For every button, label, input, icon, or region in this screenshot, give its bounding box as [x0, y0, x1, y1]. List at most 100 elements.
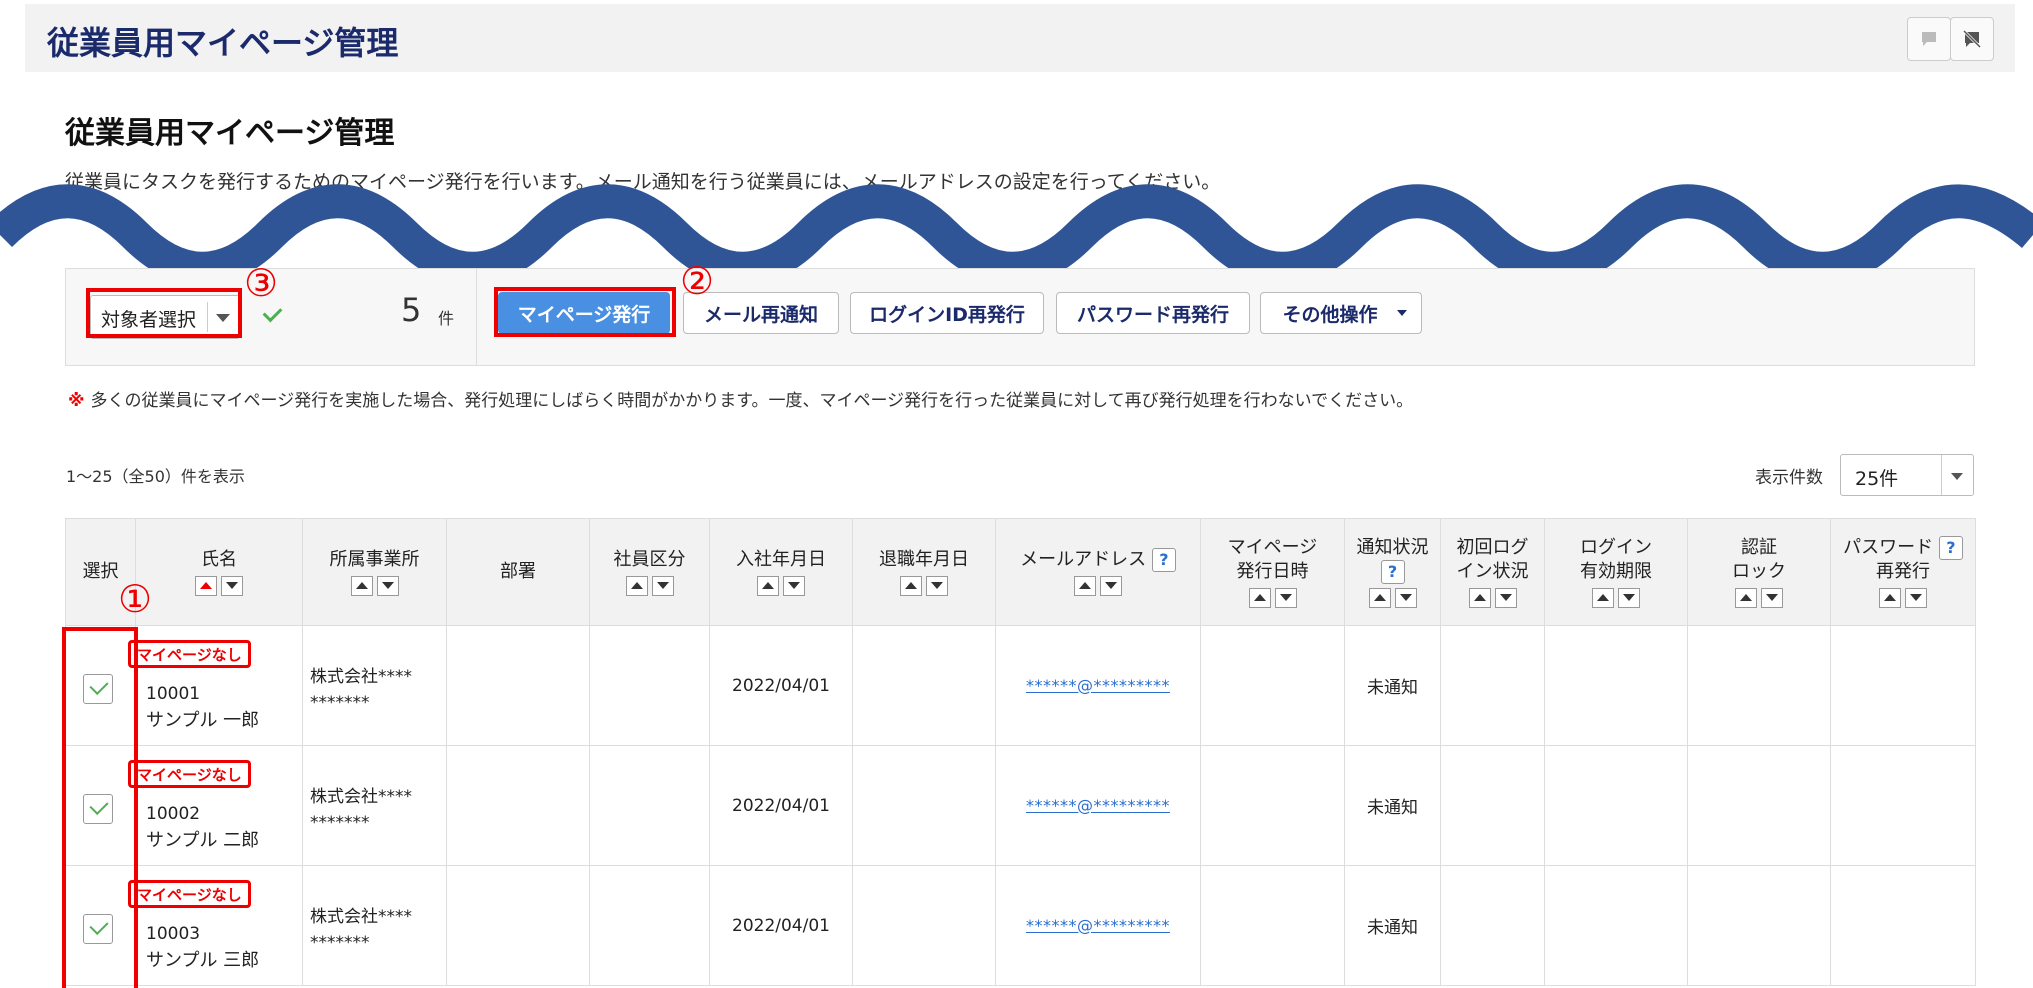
- warning-note: ※ 多くの従業員にマイページ発行を実施した場合、発行処理にしばらく時間がかかります…: [68, 386, 1413, 411]
- sort-asc-button[interactable]: [1735, 587, 1757, 608]
- sort-desc-button[interactable]: [1618, 587, 1640, 608]
- header-notify-label: 通知状況: [1356, 537, 1429, 558]
- name-cell: マイページなし 10002 サンプル 二郎: [128, 745, 303, 866]
- annotation-3: ③: [244, 261, 279, 305]
- sort-down-icon: [656, 582, 669, 589]
- header-pw-label-2: 再発行: [1876, 561, 1930, 582]
- select-separator: [1941, 455, 1942, 495]
- name-cell: マイページなし 10003 サンプル 三郎: [128, 865, 303, 986]
- email-link[interactable]: ******@*********: [1026, 796, 1170, 815]
- join-date-cell: 2022/04/01: [709, 625, 853, 746]
- reissue-password-button[interactable]: パスワード再発行: [1056, 292, 1250, 334]
- help-icon[interactable]: ?: [1151, 548, 1176, 572]
- sort-up-icon: [1079, 582, 1091, 589]
- sort-desc-button[interactable]: [926, 575, 948, 596]
- sort-down-icon: [931, 582, 943, 589]
- sort-asc-button[interactable]: [1248, 587, 1271, 608]
- header-auth-label-2: ロック: [1732, 561, 1786, 582]
- join-date-cell: 2022/04/01: [709, 745, 853, 866]
- check-icon: [262, 302, 283, 323]
- email-link[interactable]: ******@*********: [1026, 916, 1170, 935]
- sort-up-icon: [355, 582, 368, 589]
- sort-asc-button[interactable]: [625, 575, 648, 596]
- note-text: 多くの従業員にマイページ発行を実施した場合、発行処理にしばらく時間がかかります。…: [90, 391, 1414, 411]
- type-cell: [589, 865, 710, 986]
- email-link[interactable]: ******@*********: [1026, 676, 1170, 695]
- sort-asc-button[interactable]: [1879, 587, 1901, 608]
- annotation-box-2: [494, 287, 676, 337]
- header-dept-label: 部署: [500, 561, 536, 582]
- password-reissue-cell: [1830, 745, 1976, 866]
- header-issued-label-2: 発行日時: [1236, 561, 1309, 582]
- selected-count: 5: [401, 291, 422, 329]
- sort-down-icon: [226, 582, 238, 589]
- auth-lock-cell: [1687, 745, 1831, 866]
- sort-desc-button[interactable]: [221, 575, 243, 596]
- sort-up-icon: [630, 582, 643, 589]
- join-date: 2022/04/01: [732, 795, 830, 816]
- header-leave-label: 退職年月日: [879, 549, 969, 570]
- other-actions-label: その他操作: [1282, 303, 1378, 326]
- sort-asc-button[interactable]: [195, 575, 217, 596]
- header-auth-lock: 認証 ロック: [1687, 518, 1831, 626]
- other-actions-button[interactable]: その他操作: [1260, 292, 1422, 334]
- comment-icon[interactable]: [1907, 17, 1951, 61]
- employee-name: サンプル 二郎: [146, 830, 260, 851]
- help-icon[interactable]: ?: [1380, 560, 1405, 584]
- sort-desc-button[interactable]: [651, 575, 674, 596]
- join-date-cell: 2022/04/01: [709, 865, 853, 986]
- sort-desc-button[interactable]: [1761, 587, 1783, 608]
- sort-desc-button[interactable]: [783, 575, 805, 596]
- header-leave-date: 退職年月日: [852, 518, 996, 626]
- sort-asc-button[interactable]: [1592, 587, 1614, 608]
- office-cell: 株式会社**** *******: [302, 865, 447, 986]
- header-office-label: 所属事業所: [329, 549, 420, 570]
- sort-desc-button[interactable]: [1905, 587, 1927, 608]
- sort-up-icon: [1884, 594, 1896, 601]
- sort-asc-button[interactable]: [1074, 575, 1096, 596]
- sort-down-icon: [1279, 594, 1292, 601]
- office-name-cont: *******: [310, 933, 370, 953]
- reissue-login-id-button[interactable]: ログインID再発行: [850, 292, 1044, 334]
- per-page-select[interactable]: 25件: [1840, 454, 1974, 496]
- notify-cell: 未通知: [1344, 745, 1441, 866]
- employee-id: 10003: [146, 924, 201, 944]
- sort-desc-button[interactable]: [1100, 575, 1122, 596]
- table-header-row: 選択 氏名 所属事業所 部署 社員区分 入社年月日 退職年月日 メールアドレス …: [65, 518, 1976, 626]
- sort-down-icon: [1910, 594, 1922, 601]
- office-cell: 株式会社**** *******: [302, 745, 447, 866]
- sort-asc-button[interactable]: [757, 575, 779, 596]
- sort-asc-button[interactable]: [900, 575, 922, 596]
- login-expiry-cell: [1544, 625, 1688, 746]
- header-dept: 部署: [446, 518, 590, 626]
- table-row[interactable]: マイページなし 10001 サンプル 一郎 株式会社**** ******* 20…: [65, 625, 1976, 746]
- sort-desc-button[interactable]: [376, 575, 399, 596]
- header-type-label: 社員区分: [613, 549, 686, 570]
- comment-off-icon[interactable]: [1950, 17, 1994, 61]
- notify-status: 未通知: [1367, 918, 1418, 938]
- sort-asc-button[interactable]: [1368, 587, 1391, 608]
- sort-asc-button[interactable]: [1468, 587, 1491, 608]
- help-icon[interactable]: ?: [1938, 536, 1963, 560]
- dept-cell: [446, 625, 590, 746]
- table-row[interactable]: マイページなし 10003 サンプル 三郎 株式会社**** ******* 20…: [65, 865, 1976, 986]
- sort-down-icon: [1105, 582, 1117, 589]
- issued-at-cell: [1200, 745, 1345, 866]
- password-reissue-cell: [1830, 625, 1976, 746]
- join-date: 2022/04/01: [732, 675, 830, 696]
- sort-desc-button[interactable]: [1394, 587, 1417, 608]
- no-mypage-badge: マイページなし: [128, 640, 251, 668]
- sort-up-icon: [1597, 594, 1609, 601]
- office-name: 株式会社****: [310, 667, 412, 687]
- employee-name: サンプル 一郎: [146, 710, 260, 731]
- sort-asc-button[interactable]: [350, 575, 373, 596]
- sort-desc-button[interactable]: [1494, 587, 1517, 608]
- sort-up-icon: [762, 582, 774, 589]
- chevron-down-icon: [1951, 473, 1963, 480]
- table-row[interactable]: マイページなし 10002 サンプル 二郎 株式会社**** ******* 20…: [65, 745, 1976, 866]
- header-login-exp-label-2: 有効期限: [1580, 561, 1652, 582]
- sort-desc-button[interactable]: [1274, 587, 1297, 608]
- header-issued-label-1: マイページ: [1227, 537, 1318, 558]
- dept-cell: [446, 745, 590, 866]
- result-range: 1～25（全50）件を表示: [66, 467, 245, 486]
